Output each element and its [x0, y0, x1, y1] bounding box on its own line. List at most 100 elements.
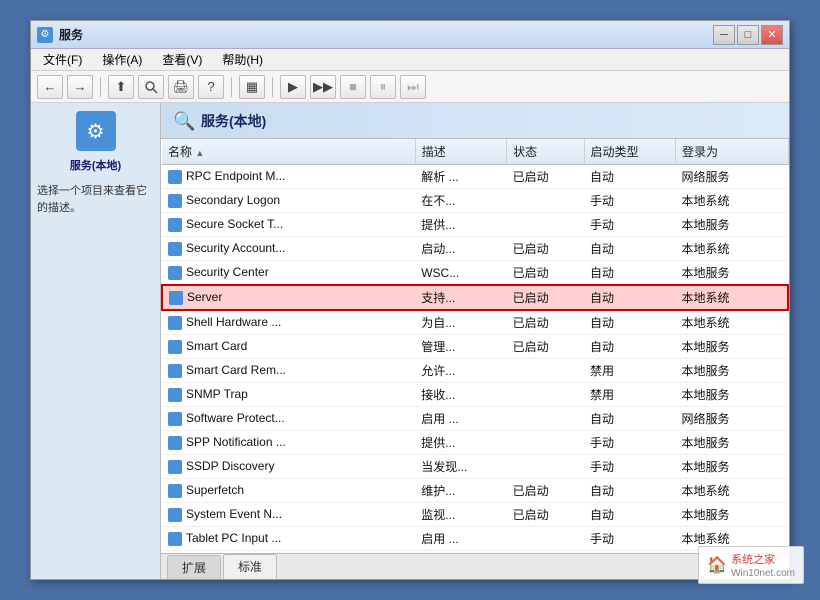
cell-status-8	[507, 359, 584, 383]
table-row[interactable]: Server 支持... 已启动 自动 本地系统	[162, 285, 788, 310]
table-row[interactable]: SSDP Discovery 当发现... 手动 本地服务	[162, 455, 788, 479]
cell-desc-3: 启动...	[415, 237, 506, 261]
cell-logon-13: 本地系统	[675, 479, 788, 503]
cell-logon-6: 本地系统	[675, 310, 788, 335]
main-window: ⚙ 服务 ─ □ ✕ 文件(F) 操作(A) 查看(V) 帮助(H) ← → ⬆…	[30, 20, 790, 580]
start-service-button[interactable]: ▶	[280, 75, 306, 99]
cell-name-6: Shell Hardware ...	[162, 310, 415, 335]
cell-status-9	[507, 383, 584, 407]
cell-desc-14: 监视...	[415, 503, 506, 527]
cell-logon-14: 本地服务	[675, 503, 788, 527]
col-header-logon[interactable]: 登录为	[675, 139, 788, 165]
cell-startup-1: 手动	[584, 189, 675, 213]
menu-file[interactable]: 文件(F)	[35, 49, 90, 70]
table-row[interactable]: SPP Notification ... 提供... 手动 本地服务	[162, 431, 788, 455]
pause-service-button[interactable]: ⏸	[370, 75, 396, 99]
sidebar: ⚙ 服务(本地) 选择一个项目来查看它的描述。	[31, 103, 161, 579]
table-row[interactable]: Security Account... 启动... 已启动 自动 本地系统	[162, 237, 788, 261]
table-row[interactable]: RPC Endpoint M... 解析 ... 已启动 自动 网络服务	[162, 165, 788, 189]
service-icon-10	[168, 412, 182, 426]
restore-button[interactable]: □	[737, 25, 759, 45]
toolbar-separator-1	[100, 77, 101, 97]
main-area: ⚙ 服务(本地) 选择一个项目来查看它的描述。 🔍 服务(本地) 名称 ▲	[31, 103, 789, 579]
minimize-button[interactable]: ─	[713, 25, 735, 45]
cell-status-12	[507, 455, 584, 479]
cell-logon-2: 本地服务	[675, 213, 788, 237]
service-icon-2	[168, 218, 182, 232]
cell-status-11	[507, 431, 584, 455]
table-row[interactable]: Tablet PC Input ... 启用 ... 手动 本地系统	[162, 527, 788, 551]
print-button[interactable]: 🖨	[168, 75, 194, 99]
close-button[interactable]: ✕	[761, 25, 783, 45]
cell-status-7: 已启动	[507, 335, 584, 359]
table-row[interactable]: Shell Hardware ... 为自... 已启动 自动 本地系统	[162, 310, 788, 335]
cell-status-3: 已启动	[507, 237, 584, 261]
tab-expand[interactable]: 扩展	[167, 555, 221, 579]
menu-bar: 文件(F) 操作(A) 查看(V) 帮助(H)	[31, 49, 789, 71]
cell-name-2: Secure Socket T...	[162, 213, 415, 237]
cell-name-8: Smart Card Rem...	[162, 359, 415, 383]
content-header: 🔍 服务(本地)	[161, 103, 789, 139]
cell-desc-1: 在不...	[415, 189, 506, 213]
cell-startup-15: 手动	[584, 527, 675, 551]
stop-service-button[interactable]: ■	[340, 75, 366, 99]
service-icon-0	[168, 170, 182, 184]
table-row[interactable]: SNMP Trap 接收... 禁用 本地服务	[162, 383, 788, 407]
cell-desc-10: 启用 ...	[415, 407, 506, 431]
service-icon-9	[168, 388, 182, 402]
cell-startup-5: 自动	[584, 285, 675, 310]
cell-name-10: Software Protect...	[162, 407, 415, 431]
services-table-container[interactable]: 名称 ▲ 描述 状态 启动类型	[161, 139, 789, 553]
cell-status-6: 已启动	[507, 310, 584, 335]
cell-logon-5: 本地系统	[675, 285, 788, 310]
table-row[interactable]: Security Center WSC... 已启动 自动 本地服务	[162, 261, 788, 286]
cell-logon-0: 网络服务	[675, 165, 788, 189]
table-row[interactable]: Secure Socket T... 提供... 手动 本地服务	[162, 213, 788, 237]
resume-service-button[interactable]: ⏭	[400, 75, 426, 99]
cell-name-3: Security Account...	[162, 237, 415, 261]
table-row[interactable]: Superfetch 维护... 已启动 自动 本地系统	[162, 479, 788, 503]
tab-standard[interactable]: 标准	[223, 554, 277, 579]
help-button[interactable]: ?	[198, 75, 224, 99]
cell-status-15	[507, 527, 584, 551]
table-row[interactable]: Software Protect... 启用 ... 自动 网络服务	[162, 407, 788, 431]
col-header-desc[interactable]: 描述	[415, 139, 506, 165]
service-icon-1	[168, 194, 182, 208]
view-button[interactable]: ▦	[239, 75, 265, 99]
cell-startup-3: 自动	[584, 237, 675, 261]
col-header-startup[interactable]: 启动类型	[584, 139, 675, 165]
start-service2-button[interactable]: ▶▶	[310, 75, 336, 99]
table-row[interactable]: System Event N... 监视... 已启动 自动 本地服务	[162, 503, 788, 527]
service-icon-13	[168, 484, 182, 498]
cell-startup-2: 手动	[584, 213, 675, 237]
col-header-name[interactable]: 名称 ▲	[162, 139, 415, 165]
search-button[interactable]	[138, 75, 164, 99]
menu-action[interactable]: 操作(A)	[94, 49, 150, 70]
table-row[interactable]: Smart Card 管理... 已启动 自动 本地服务	[162, 335, 788, 359]
service-icon-8	[168, 364, 182, 378]
cell-startup-10: 自动	[584, 407, 675, 431]
service-icon-4	[168, 266, 182, 280]
cell-startup-6: 自动	[584, 310, 675, 335]
menu-view[interactable]: 查看(V)	[154, 49, 210, 70]
col-header-status[interactable]: 状态	[507, 139, 584, 165]
toolbar-separator-2	[231, 77, 232, 97]
up-button[interactable]: ⬆	[108, 75, 134, 99]
cell-desc-15: 启用 ...	[415, 527, 506, 551]
cell-logon-1: 本地系统	[675, 189, 788, 213]
table-row[interactable]: Smart Card Rem... 允许... 禁用 本地服务	[162, 359, 788, 383]
cell-logon-11: 本地服务	[675, 431, 788, 455]
menu-help[interactable]: 帮助(H)	[214, 49, 271, 70]
table-row[interactable]: Secondary Logon 在不... 手动 本地系统	[162, 189, 788, 213]
cell-name-11: SPP Notification ...	[162, 431, 415, 455]
cell-name-15: Tablet PC Input ...	[162, 527, 415, 551]
window-title: 服务	[59, 26, 83, 43]
back-button[interactable]: ←	[37, 75, 63, 99]
cell-name-1: Secondary Logon	[162, 189, 415, 213]
cell-desc-7: 管理...	[415, 335, 506, 359]
sidebar-title: 服务(本地)	[70, 157, 121, 173]
watermark-house-icon: 🏠	[707, 555, 727, 575]
cell-desc-5: 支持...	[415, 285, 506, 310]
cell-status-4: 已启动	[507, 261, 584, 286]
forward-button[interactable]: →	[67, 75, 93, 99]
